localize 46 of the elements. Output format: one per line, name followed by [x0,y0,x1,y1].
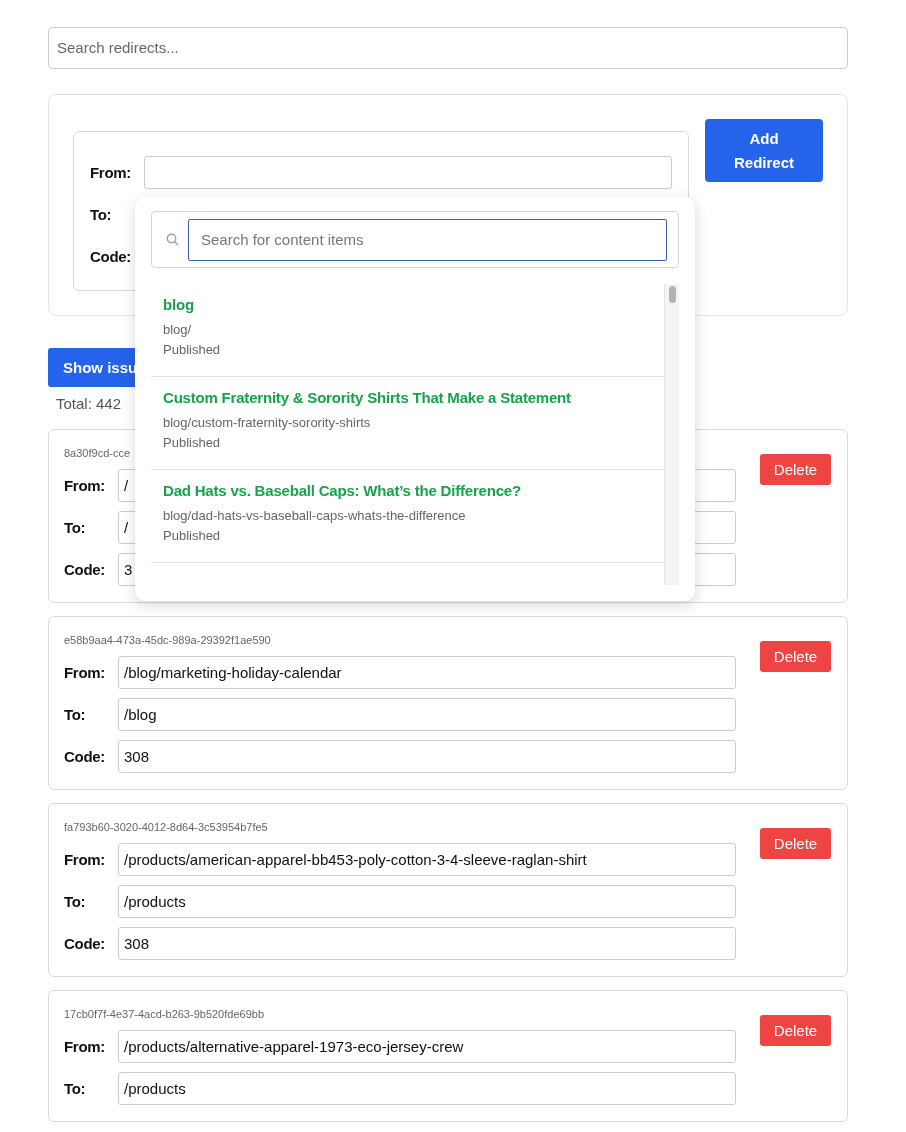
input-field[interactable]: 308 [118,927,736,960]
input-field[interactable]: /blog [118,698,736,731]
input-field[interactable]: /products/alternative-apparel-1973-eco-jersey-crew [118,1030,736,1063]
field-label: Code: [64,561,106,578]
content-search-input[interactable]: Search for content items [188,218,667,261]
input-field[interactable]: 308 [118,740,736,773]
content-title: Dad Hats vs. Baseball Caps: What’s the Difference? [163,482,521,499]
field-label: To: [64,706,87,723]
field-label: To: [90,206,113,223]
redirect-id: 17cb0f7f-4e37-4acd-b263-9b520fde69bb [64,1007,264,1022]
field-label: From: [64,664,106,681]
field-label: Code: [64,748,106,765]
scrollbar[interactable] [664,284,679,585]
field-label: From: [64,851,106,868]
content-path: blog/custom-fraternity-sorority-shirts [163,414,371,432]
redirect-id: 8a30f9cd-cce [64,446,131,461]
field-label: From: [90,164,132,181]
content-path: blog/ [163,321,192,339]
content-title: blog [163,296,194,313]
input-field[interactable]: /products [118,885,736,918]
content-title: Custom Fraternity & Sorority Shirts That Make a Statement [163,389,571,406]
delete-button[interactable]: Delete [760,1015,831,1046]
field-label: To: [64,893,87,910]
content-path: blog/dad-hats-vs-baseball-caps-whats-the-difference [163,507,466,525]
delete-button[interactable]: Delete [760,454,831,485]
field-label: Code: [90,248,132,265]
content-status: Published [163,341,221,359]
content-status: Published [163,434,221,452]
input-field[interactable] [143,156,672,189]
delete-button[interactable]: Delete [760,828,831,859]
field-label: Code: [64,935,106,952]
field-label: From: [64,1038,106,1055]
search-icon [166,233,179,246]
redirect-id: e58b9aa4-473a-45dc-989a-29392f1ae590 [64,633,271,648]
total-count: Total: 442 [56,395,122,412]
input-field[interactable]: /blog/marketing-holiday-calendar [118,656,736,689]
field-label: To: [64,1080,87,1097]
field-label: From: [64,477,106,494]
add-redirect-button[interactable]: Add Redirect [705,119,823,182]
redirect-id: fa793b60-3020-4012-8d64-3c53954b7fe5 [64,820,268,835]
delete-button[interactable]: Delete [760,641,831,672]
input-field[interactable]: /products [118,1072,736,1105]
input-field[interactable]: /products/american-apparel-bb453-poly-cotton-3-4-sleeve-raglan-shirt [118,843,736,876]
content-status: Published [163,527,221,545]
field-label: To: [64,519,87,536]
search-field[interactable]: Search redirects... [48,27,848,69]
